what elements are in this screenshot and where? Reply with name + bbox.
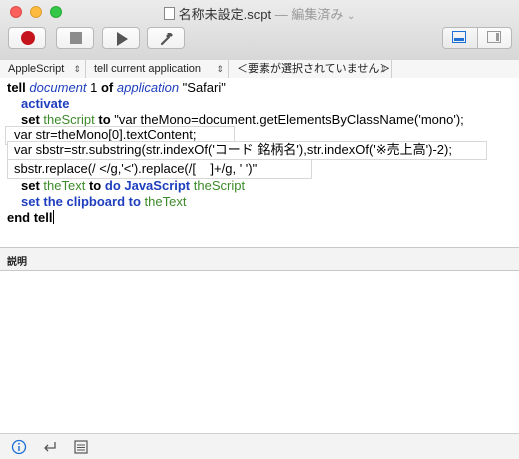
script-editor-window: 名称未設定.scpt — 編集済み ⌄ AppleScript ⇕ tell c… bbox=[0, 0, 519, 459]
compile-button[interactable] bbox=[147, 27, 185, 49]
code-keyword: tell bbox=[7, 80, 26, 95]
code-class: document bbox=[29, 80, 87, 95]
show-bottom-pane-button[interactable] bbox=[443, 28, 478, 48]
code-variable: theText bbox=[43, 178, 86, 193]
target-popup[interactable]: tell current application ⇕ bbox=[86, 60, 229, 78]
edited-status: — 編集済み bbox=[274, 7, 344, 22]
document-icon bbox=[163, 7, 175, 20]
element-popup[interactable]: ＜要素が選択されていません＞ ⇕ bbox=[229, 60, 392, 78]
pane-splitter[interactable]: 説明 bbox=[0, 247, 519, 271]
target-label: tell current application bbox=[94, 63, 202, 75]
language-label: AppleScript bbox=[8, 63, 65, 75]
code-keyword: of bbox=[100, 80, 114, 95]
return-arrow-icon[interactable] bbox=[42, 439, 58, 455]
description-field[interactable] bbox=[0, 271, 519, 433]
code-line: set the clipboard to theText bbox=[21, 194, 186, 210]
stop-button[interactable] bbox=[56, 27, 94, 49]
show-side-pane-button[interactable] bbox=[478, 28, 511, 48]
record-button[interactable] bbox=[8, 27, 46, 49]
updown-caret-icon: ⇕ bbox=[216, 64, 224, 74]
code-command: activate bbox=[21, 96, 70, 111]
run-button[interactable] bbox=[102, 27, 140, 49]
window-title-text: 名称未設定.scpt bbox=[178, 7, 272, 22]
window-title[interactable]: 名称未設定.scpt — 編集済み ⌄ bbox=[0, 4, 519, 23]
code-keyword: end tell bbox=[7, 210, 53, 225]
chevron-down-icon[interactable]: ⌄ bbox=[347, 11, 355, 22]
code-number: 1 bbox=[86, 80, 101, 95]
code-line: tell document 1 of application "Safari" bbox=[7, 80, 226, 96]
info-icon[interactable] bbox=[11, 439, 27, 455]
description-label: 説明 bbox=[7, 257, 27, 268]
hammer-icon bbox=[160, 33, 173, 46]
code-command: do JavaScript bbox=[104, 178, 191, 193]
code-variable: theScript bbox=[193, 178, 246, 193]
code-class: application bbox=[116, 80, 180, 95]
code-line: set theText to do JavaScript theScript bbox=[21, 178, 245, 194]
list-icon[interactable] bbox=[73, 439, 89, 455]
updown-caret-icon: ⇕ bbox=[379, 64, 387, 74]
side-pane-icon bbox=[487, 31, 501, 43]
code-variable: theText bbox=[144, 194, 187, 209]
code-line: activate bbox=[21, 96, 69, 112]
code-line: end tell bbox=[7, 210, 54, 226]
language-popup[interactable]: AppleScript ⇕ bbox=[0, 60, 86, 78]
code-command: set the clipboard to bbox=[21, 194, 141, 209]
updown-caret-icon: ⇕ bbox=[73, 64, 81, 74]
code-keyword: to bbox=[98, 112, 111, 127]
code-keyword: set bbox=[21, 112, 40, 127]
code-keyword: set bbox=[21, 178, 40, 193]
play-icon bbox=[117, 32, 128, 46]
code-string: "var theMono=document.getElementsByClass… bbox=[110, 112, 464, 127]
code-variable: theScript bbox=[43, 112, 95, 127]
view-toggle bbox=[442, 27, 512, 49]
code-line: sbstr.replace(/ </g,'<').replace(/[ ]+/g… bbox=[14, 161, 258, 176]
bottom-bar bbox=[0, 433, 519, 459]
stop-icon bbox=[70, 32, 82, 44]
text-cursor bbox=[52, 210, 54, 224]
title-bar: 名称未設定.scpt — 編集済み ⌄ bbox=[0, 0, 519, 61]
record-icon bbox=[21, 31, 35, 45]
element-label: ＜要素が選択されていません＞ bbox=[237, 63, 391, 75]
navigation-bar: AppleScript ⇕ tell current application ⇕… bbox=[0, 60, 519, 79]
code-line: var sbstr=str.substring(str.indexOf('コード… bbox=[14, 142, 452, 157]
script-editor[interactable]: tell document 1 of application "Safari" … bbox=[0, 78, 519, 247]
code-keyword: to bbox=[88, 178, 102, 193]
code-string: "Safari" bbox=[179, 80, 226, 95]
bottom-pane-icon bbox=[452, 31, 466, 43]
